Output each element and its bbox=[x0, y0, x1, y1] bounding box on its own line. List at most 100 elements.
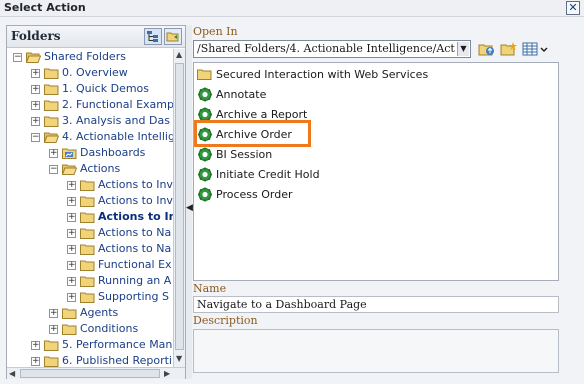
tree-vertical-scrollbar[interactable]: ▲ ▼ bbox=[173, 49, 185, 367]
folder-icon bbox=[44, 99, 59, 111]
expand-icon[interactable]: + bbox=[31, 85, 40, 94]
horizontal-scroll-thumb[interactable] bbox=[20, 369, 160, 378]
tree-item[interactable]: + Actions to Na bbox=[7, 241, 173, 257]
tree-item[interactable]: + Actions to Inv bbox=[7, 177, 173, 193]
tree-item[interactable]: + Agents bbox=[7, 305, 173, 321]
tree-item-label: 5. Performance Man bbox=[62, 338, 173, 351]
description-label: Description bbox=[193, 314, 258, 327]
tree-item[interactable]: − 4. Actionable Intellig bbox=[7, 129, 173, 145]
expand-icon[interactable]: + bbox=[31, 69, 40, 78]
tree-item[interactable]: + Running an A bbox=[7, 273, 173, 289]
up-folder-button[interactable] bbox=[478, 41, 496, 57]
dashboard-folder-icon bbox=[62, 147, 77, 159]
folder-icon bbox=[44, 83, 59, 95]
list-item-label: Archive a Report bbox=[216, 108, 308, 121]
scroll-right-icon[interactable]: ▶ bbox=[164, 369, 170, 378]
collapse-icon[interactable]: − bbox=[31, 133, 40, 142]
tree-item[interactable]: + Conditions bbox=[7, 321, 173, 337]
folder-icon bbox=[44, 115, 59, 127]
folder-icon bbox=[62, 323, 77, 335]
close-button[interactable]: ✕ bbox=[566, 1, 580, 15]
folder-icon bbox=[80, 195, 95, 207]
expand-icon[interactable]: + bbox=[31, 357, 40, 366]
chevron-down-icon[interactable]: ▼ bbox=[457, 42, 469, 56]
list-item-label: Secured Interaction with Web Services bbox=[216, 68, 429, 81]
tree-item[interactable]: +2. Functional Examp bbox=[7, 97, 173, 113]
tree-item-label: 6. Published Reporti bbox=[62, 354, 172, 367]
folder-icon bbox=[44, 67, 59, 79]
tree-item[interactable]: + Actions to In bbox=[7, 209, 173, 225]
tree-item-label: Agents bbox=[80, 306, 119, 319]
expand-icon[interactable]: + bbox=[31, 341, 40, 350]
expand-icon[interactable]: + bbox=[67, 197, 76, 206]
open-in-label: Open In bbox=[193, 25, 238, 38]
open-in-path-value: /Shared Folders/4. Actionable Intelligen… bbox=[197, 42, 455, 55]
expand-icon[interactable]: + bbox=[67, 261, 76, 270]
expand-icon[interactable]: + bbox=[67, 181, 76, 190]
tree-item[interactable]: + Dashboards bbox=[7, 145, 173, 161]
tree-horizontal-scrollbar[interactable]: ◀ ▶ bbox=[7, 367, 185, 379]
vertical-scroll-thumb[interactable] bbox=[175, 63, 184, 350]
folder-icon bbox=[80, 227, 95, 239]
scroll-down-icon[interactable]: ▼ bbox=[176, 354, 182, 363]
list-item[interactable]: Archive Order bbox=[197, 125, 555, 144]
folder-icon bbox=[80, 291, 95, 303]
expand-icon[interactable]: + bbox=[67, 229, 76, 238]
folders-panel: Folders − Shared Folders +0. Overview +1. Q… bbox=[6, 25, 186, 379]
tree-item[interactable]: − Actions bbox=[7, 161, 173, 177]
tree-view-toggle-button[interactable] bbox=[144, 28, 162, 45]
collapse-icon[interactable]: − bbox=[13, 53, 22, 62]
folders-header: Folders bbox=[7, 26, 185, 48]
tree-item-label: Actions to Na bbox=[98, 242, 172, 255]
tree-item-label: Actions bbox=[80, 162, 121, 175]
list-item-label: Process Order bbox=[216, 188, 293, 201]
tree-item-label: Dashboards bbox=[80, 146, 146, 159]
tree-item-label: 0. Overview bbox=[62, 66, 128, 79]
scroll-left-icon[interactable]: ◀ bbox=[9, 369, 15, 378]
folder-view-toggle-button[interactable] bbox=[164, 28, 182, 45]
tree-item[interactable]: +0. Overview bbox=[7, 65, 173, 81]
tree-item[interactable]: + Supporting S bbox=[7, 289, 173, 305]
tree-item[interactable]: + Actions to Inv bbox=[7, 193, 173, 209]
expand-icon[interactable]: + bbox=[67, 277, 76, 286]
tree-item[interactable]: +5. Performance Man bbox=[7, 337, 173, 353]
expand-icon[interactable]: + bbox=[49, 309, 58, 318]
expand-icon[interactable]: + bbox=[31, 101, 40, 110]
folder-icon bbox=[80, 275, 95, 287]
expand-icon[interactable]: + bbox=[49, 149, 58, 158]
folder-icon bbox=[80, 179, 95, 191]
tree-item-label: 2. Functional Examp bbox=[62, 98, 173, 111]
expand-icon[interactable]: + bbox=[67, 213, 76, 222]
list-item[interactable]: Initiate Credit Hold bbox=[197, 165, 555, 184]
scroll-up-icon[interactable]: ▲ bbox=[176, 50, 182, 59]
expand-icon[interactable]: + bbox=[67, 293, 76, 302]
tree-item[interactable]: − Shared Folders bbox=[7, 49, 173, 65]
collapse-panel-icon[interactable]: ◀ bbox=[186, 203, 193, 213]
name-field[interactable]: Navigate to a Dashboard Page bbox=[193, 296, 559, 313]
tree-item[interactable]: +1. Quick Demos bbox=[7, 81, 173, 97]
tree-item[interactable]: +6. Published Reporti bbox=[7, 353, 173, 367]
list-item[interactable]: Process Order bbox=[197, 185, 555, 204]
list-item-label: BI Session bbox=[216, 148, 273, 161]
tree-item-label: Actions to Inv bbox=[98, 194, 173, 207]
tree-item[interactable]: + Actions to Na bbox=[7, 225, 173, 241]
tree-item-label: Actions to In bbox=[98, 210, 173, 223]
view-options-button[interactable] bbox=[522, 41, 552, 57]
folder-tree: − Shared Folders +0. Overview +1. Quick Dem… bbox=[7, 49, 173, 367]
collapse-icon[interactable]: − bbox=[49, 165, 58, 174]
list-item[interactable]: Secured Interaction with Web Services bbox=[197, 65, 555, 84]
expand-icon[interactable]: + bbox=[49, 325, 58, 334]
new-folder-button[interactable] bbox=[500, 41, 518, 57]
tree-item-label: Actions to Inv bbox=[98, 178, 173, 191]
panel-splitter[interactable]: ◀ bbox=[186, 25, 193, 379]
tree-item[interactable]: + Functional Ex bbox=[7, 257, 173, 273]
tree-item[interactable]: +3. Analysis and Das bbox=[7, 113, 173, 129]
open-in-path-select[interactable]: /Shared Folders/4. Actionable Intelligen… bbox=[193, 40, 471, 58]
list-item[interactable]: Archive a Report bbox=[197, 105, 555, 124]
action-gear-icon bbox=[197, 87, 213, 102]
description-field[interactable] bbox=[193, 329, 559, 373]
list-item[interactable]: BI Session bbox=[197, 145, 555, 164]
expand-icon[interactable]: + bbox=[67, 245, 76, 254]
expand-icon[interactable]: + bbox=[31, 117, 40, 126]
list-item[interactable]: Annotate bbox=[197, 85, 555, 104]
